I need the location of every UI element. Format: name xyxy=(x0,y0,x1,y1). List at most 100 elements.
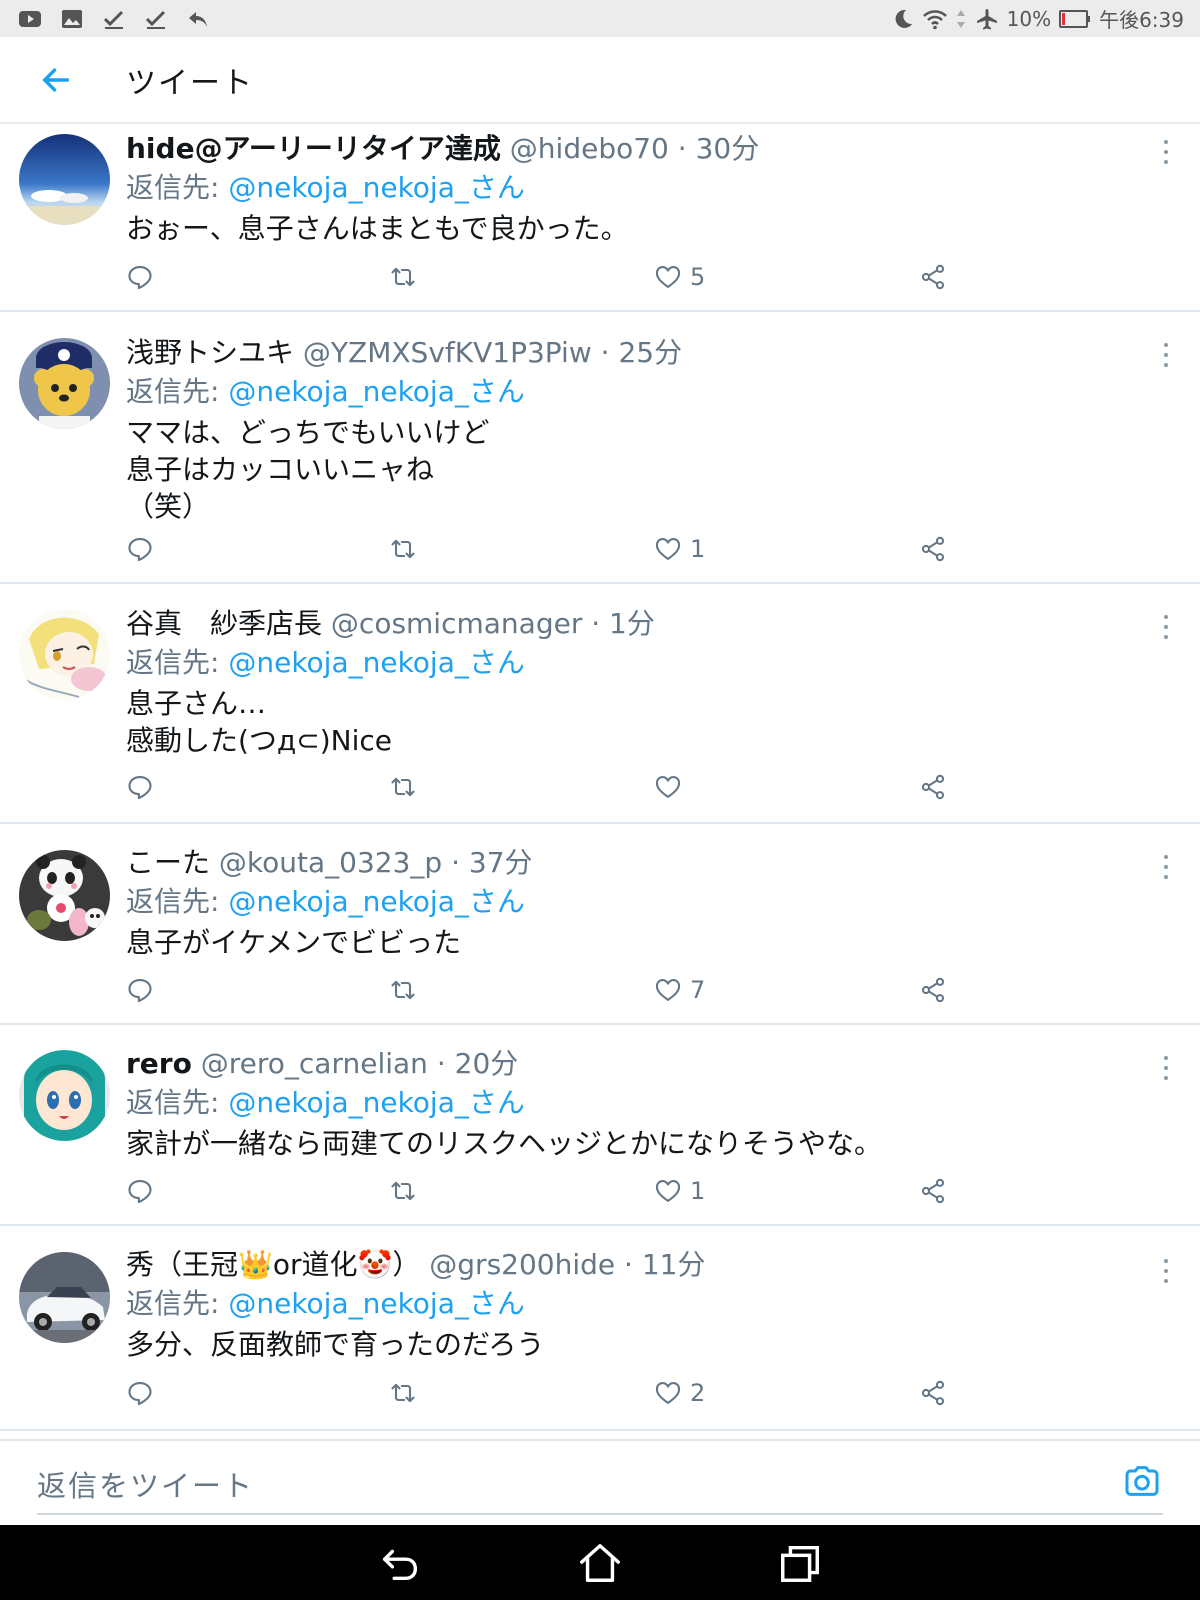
reply-button[interactable] xyxy=(126,767,154,807)
tweet-text: 息子がイケメンでビビった xyxy=(126,926,462,959)
checkmark-icon xyxy=(102,7,126,31)
retweet-button[interactable] xyxy=(389,1373,417,1413)
like-button[interactable]: 1 xyxy=(654,1171,705,1211)
share-icon xyxy=(921,774,945,800)
tweet[interactable]: こーた @kouta_0323_p · 37分 返信先: @nekoja_nek… xyxy=(0,824,1200,1025)
display-name[interactable]: hide@アーリーリタイア達成 xyxy=(126,132,501,165)
avatar[interactable] xyxy=(19,1050,110,1141)
reply-input[interactable]: 返信をツイート xyxy=(37,1463,254,1505)
reply-button[interactable] xyxy=(126,1171,154,1211)
heart-icon xyxy=(655,1382,681,1404)
data-arrows-icon xyxy=(955,7,967,31)
nav-back-button[interactable] xyxy=(377,1540,423,1586)
reply-button[interactable] xyxy=(126,257,154,297)
battery-percent: 10% xyxy=(1006,6,1052,31)
heart-icon xyxy=(655,538,681,560)
mention-link[interactable]: @nekoja_nekoja_さん xyxy=(228,1086,525,1119)
more-options-button[interactable] xyxy=(1156,852,1176,882)
user-handle[interactable]: @grs200hide xyxy=(429,1248,615,1281)
retweet-button[interactable] xyxy=(389,529,417,569)
mention-link[interactable]: @nekoja_nekoja_さん xyxy=(228,375,525,408)
tweet-header: 浅野トシユキ @YZMXSvfKV1P3Piw · 25分 xyxy=(126,334,1140,372)
tweet-header: 秀（王冠👑or道化🤡） @grs200hide · 11分 xyxy=(126,1246,1140,1284)
tweet-actions: 7 xyxy=(126,970,956,1010)
tweet-text: 息子さん… 感動した(つд⊂)Nice xyxy=(126,687,393,757)
back-button[interactable] xyxy=(26,50,86,110)
reply-icon xyxy=(128,538,152,562)
share-icon xyxy=(921,1380,945,1406)
more-options-button[interactable] xyxy=(1156,137,1176,167)
mention-link[interactable]: @nekoja_nekoja_さん xyxy=(228,646,525,679)
mention-link[interactable]: @nekoja_nekoja_さん xyxy=(228,1287,525,1320)
tweet-header: rero @rero_carnelian · 20分 xyxy=(126,1045,1140,1083)
nav-recents-button[interactable] xyxy=(777,1540,823,1586)
avatar[interactable] xyxy=(19,134,110,225)
retweet-button[interactable] xyxy=(389,1171,417,1211)
avatar[interactable] xyxy=(19,338,110,429)
avatar[interactable] xyxy=(19,609,110,700)
display-name[interactable]: 谷真 紗季店長 xyxy=(126,607,322,640)
reply-button[interactable] xyxy=(126,970,154,1010)
camera-button[interactable] xyxy=(1122,1461,1162,1501)
like-button[interactable]: 7 xyxy=(654,970,705,1010)
tweet[interactable]: hide@アーリーリタイア達成 @hidebo70 · 30分 返信先: @ne… xyxy=(0,125,1200,312)
mention-link[interactable]: @nekoja_nekoja_さん xyxy=(228,171,525,204)
retweet-button[interactable] xyxy=(389,767,417,807)
display-name[interactable]: 浅野トシユキ xyxy=(126,336,294,369)
user-handle[interactable]: @YZMXSvfKV1P3Piw xyxy=(303,336,592,369)
user-handle[interactable]: @hidebo70 xyxy=(510,132,669,165)
retweet-button[interactable] xyxy=(389,257,417,297)
avatar[interactable] xyxy=(19,850,110,941)
reply-icon xyxy=(128,776,152,800)
display-name[interactable]: rero xyxy=(126,1047,192,1080)
user-handle[interactable]: @kouta_0323_p xyxy=(219,846,442,879)
like-button[interactable] xyxy=(654,767,690,807)
retweet-button[interactable] xyxy=(389,970,417,1010)
mention-link[interactable]: @nekoja_nekoja_さん xyxy=(228,885,525,918)
reply-button[interactable] xyxy=(126,1373,154,1413)
reply-icon xyxy=(128,266,152,290)
retweet-icon xyxy=(391,539,415,559)
timestamp: · 25分 xyxy=(600,336,683,369)
timestamp: · 30分 xyxy=(677,132,760,165)
timestamp: · 20分 xyxy=(436,1047,519,1080)
nav-home-button[interactable] xyxy=(577,1540,623,1586)
share-button[interactable] xyxy=(919,970,947,1010)
share-button[interactable] xyxy=(919,529,947,569)
like-button[interactable]: 2 xyxy=(654,1373,705,1413)
display-name[interactable]: こーた xyxy=(126,846,210,879)
more-options-button[interactable] xyxy=(1156,1053,1176,1083)
tweet[interactable]: rero @rero_carnelian · 20分 返信先: @nekoja_… xyxy=(0,1025,1200,1226)
avatar[interactable] xyxy=(19,1252,110,1343)
more-options-button[interactable] xyxy=(1156,340,1176,370)
more-options-button[interactable] xyxy=(1156,1256,1176,1286)
like-count: 1 xyxy=(690,535,706,563)
like-button[interactable]: 1 xyxy=(654,529,705,569)
timestamp: · 11分 xyxy=(624,1248,706,1281)
youtube-icon xyxy=(18,7,42,31)
timestamp: · 37分 xyxy=(451,846,533,879)
tweet[interactable]: 浅野トシユキ @YZMXSvfKV1P3Piw · 25分 返信先: @neko… xyxy=(0,312,1200,584)
display-name[interactable]: 秀（王冠👑or道化🤡） xyxy=(126,1248,420,1281)
user-handle[interactable]: @cosmicmanager xyxy=(331,607,582,640)
more-options-button[interactable] xyxy=(1156,612,1176,642)
share-icon xyxy=(921,1178,945,1204)
like-count: 7 xyxy=(690,976,706,1004)
reply-button[interactable] xyxy=(126,529,154,569)
status-bar: 10% 午後6:39 xyxy=(0,0,1200,37)
share-button[interactable] xyxy=(919,767,947,807)
user-handle[interactable]: @rero_carnelian xyxy=(201,1047,428,1080)
tweet[interactable]: 秀（王冠👑or道化🤡） @grs200hide · 11分 返信先: @neko… xyxy=(0,1226,1200,1431)
reply-icon xyxy=(128,1180,152,1204)
like-count: 5 xyxy=(690,263,706,291)
share-button[interactable] xyxy=(919,1171,947,1211)
back-icon xyxy=(382,1549,418,1581)
heart-icon xyxy=(655,1180,681,1202)
share-button[interactable] xyxy=(919,257,947,297)
top-app-bar: ツイート xyxy=(0,37,1200,124)
share-button[interactable] xyxy=(919,1373,947,1413)
tweet[interactable]: 谷真 紗季店長 @cosmicmanager · 1分 返信先: @nekoja… xyxy=(0,584,1200,824)
reply-prefix: 返信先: xyxy=(126,646,229,679)
like-button[interactable]: 5 xyxy=(654,257,705,297)
like-count: 1 xyxy=(690,1177,706,1205)
